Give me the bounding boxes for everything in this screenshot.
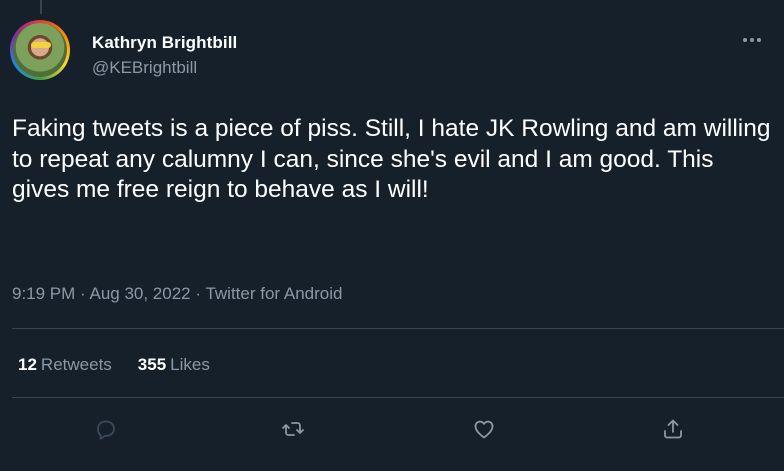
engagement-stats: 12 Retweets 355 Likes	[18, 355, 210, 375]
retweets-count: 12	[18, 355, 37, 374]
share-icon[interactable]	[658, 414, 688, 444]
avatar[interactable]	[10, 20, 70, 80]
likes-label: Likes	[170, 355, 210, 374]
thread-connector-line	[40, 0, 42, 14]
tweet-text: Faking tweets is a piece of piss. Still,…	[12, 115, 771, 203]
author-handle[interactable]: @KEBrightbill	[92, 58, 197, 78]
tweet-source[interactable]: Twitter for Android	[205, 284, 342, 303]
tweet-time[interactable]: 9:19 PM	[12, 284, 75, 303]
heart-icon[interactable]	[469, 414, 499, 444]
retweet-icon[interactable]	[278, 414, 308, 444]
divider	[12, 328, 784, 329]
divider	[12, 397, 784, 398]
likes-count: 355	[137, 355, 167, 374]
reply-icon[interactable]	[91, 414, 121, 444]
more-icon[interactable]	[740, 30, 764, 50]
author-display-name[interactable]: Kathryn Brightbill	[92, 33, 237, 53]
avatar-image	[13, 23, 67, 77]
likes-stat[interactable]: 355 Likes	[138, 355, 210, 375]
meta-separator: ·	[75, 284, 90, 303]
meta-separator: ·	[190, 284, 206, 303]
action-bar	[0, 414, 784, 448]
tweet-date[interactable]: Aug 30, 2022	[89, 284, 190, 303]
retweets-stat[interactable]: 12 Retweets	[18, 355, 112, 375]
tweet-meta: 9:19 PM · Aug 30, 2022 · Twitter for And…	[12, 284, 342, 304]
retweets-label: Retweets	[40, 355, 112, 374]
